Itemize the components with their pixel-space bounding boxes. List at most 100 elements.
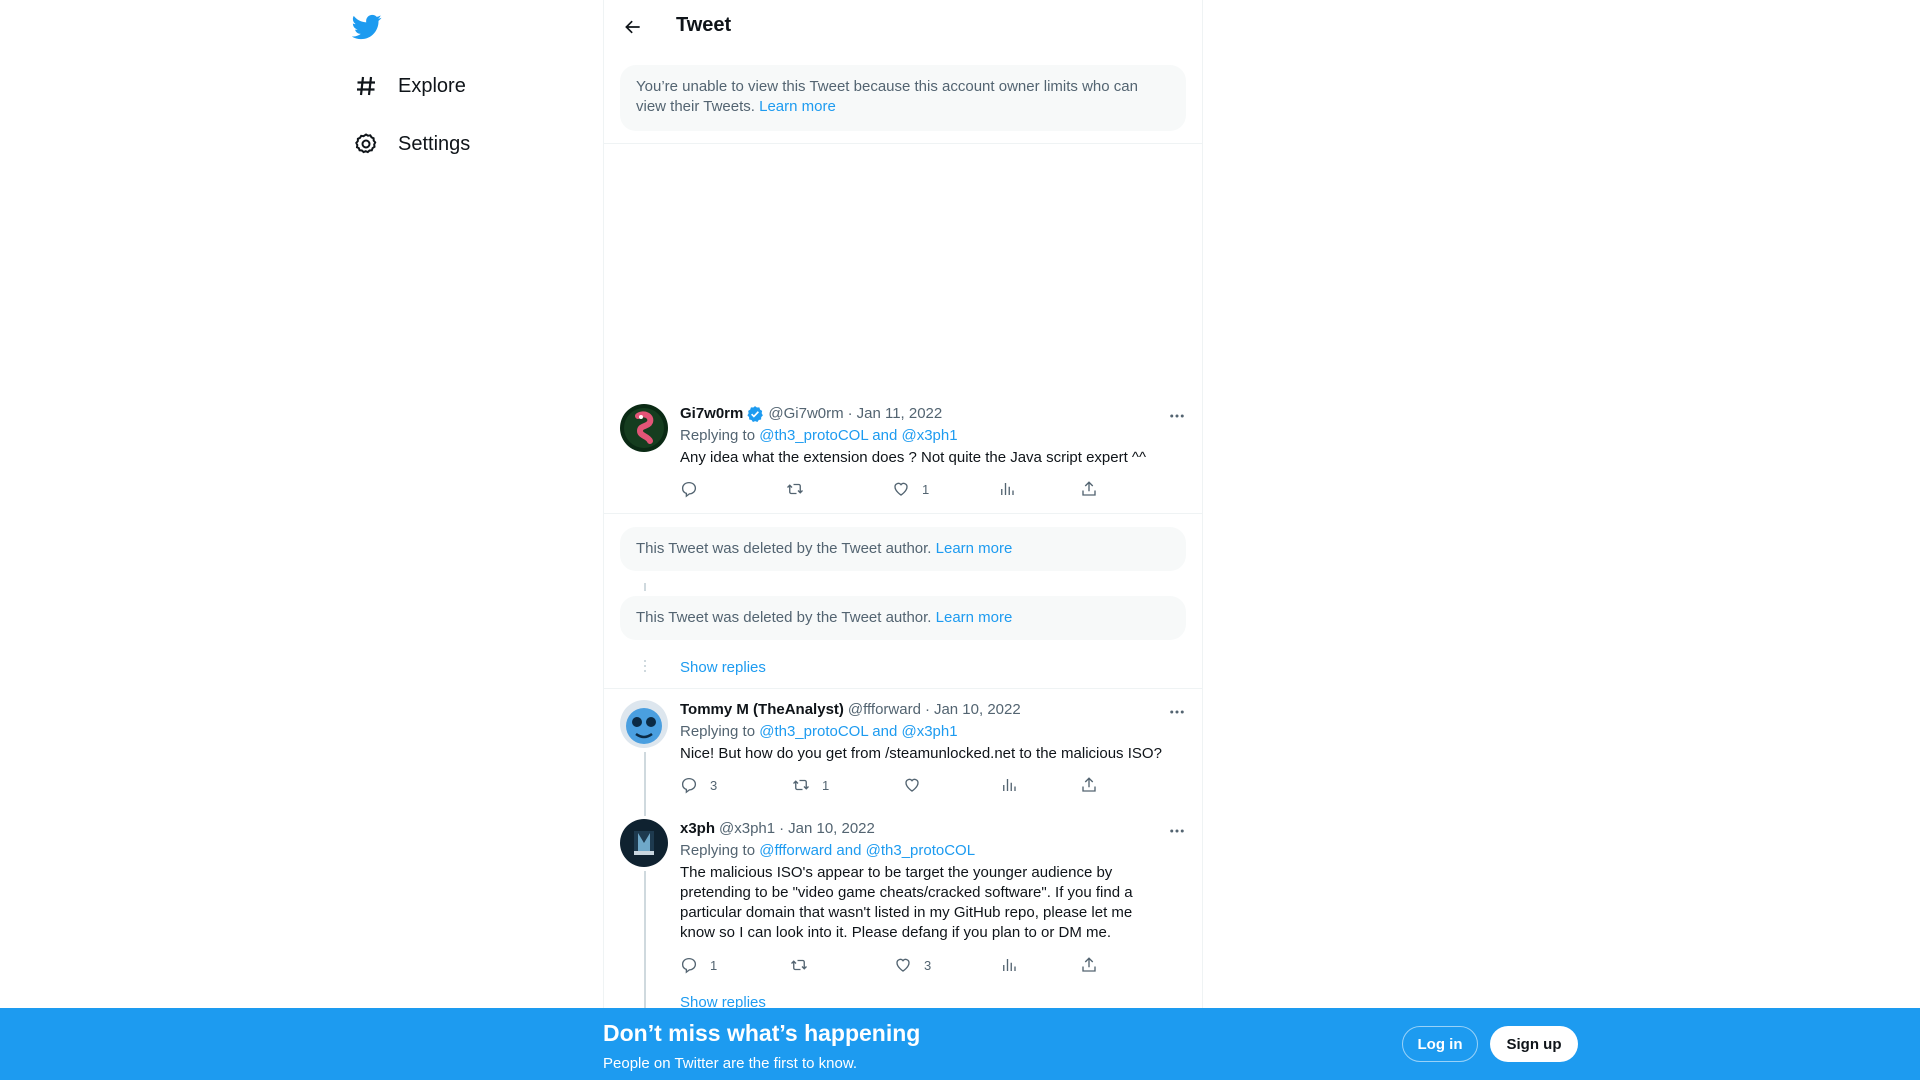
replying-to: Replying to @ffforward and @th3_protoCOL: [680, 841, 1186, 861]
reply-count: 3: [710, 777, 718, 793]
signup-button[interactable]: Sign up: [1490, 1026, 1578, 1062]
show-replies-link[interactable]: Show replies: [680, 659, 766, 676]
tweet-body: Tommy M (TheAnalyst) @ffforward · Jan 10…: [680, 700, 1186, 764]
like-count: 1: [922, 481, 930, 497]
more-options-button[interactable]: [1166, 406, 1188, 426]
reply-icon: [681, 481, 697, 498]
banner-subtitle: People on Twitter are the first to know.: [603, 1055, 858, 1072]
replying-to-label: Replying to: [680, 842, 756, 859]
retweet-icon: [787, 483, 803, 495]
replying-to-label: Replying to: [680, 723, 756, 740]
author-name[interactable]: Tommy M (TheAnalyst): [680, 700, 844, 720]
more-options-button[interactable]: [1166, 702, 1188, 722]
tweet-actions: 3 1: [680, 776, 1120, 796]
reply-count: 1: [710, 957, 718, 973]
ellipsis-icon: [1170, 829, 1184, 833]
like-count: 3: [924, 957, 932, 973]
share-button[interactable]: [1080, 956, 1098, 974]
tweet-text: Nice! But how do you get from /steamunlo…: [680, 745, 1162, 762]
author-handle[interactable]: @Gi7w0rm: [768, 404, 843, 424]
views-button[interactable]: [998, 480, 1016, 498]
thread-line: [644, 583, 646, 591]
divider: [604, 513, 1202, 514]
deleted-notice-text: This Tweet was deleted by the Tweet auth…: [636, 609, 932, 626]
back-button[interactable]: [618, 12, 648, 42]
learn-more-link[interactable]: Learn more: [936, 609, 1013, 626]
retweet-button[interactable]: [790, 956, 820, 974]
separator-dot: ·: [779, 820, 785, 837]
tweet-actions: 1: [680, 480, 1120, 500]
nav-settings[interactable]: Settings: [352, 124, 470, 164]
replying-to: Replying to @th3_protoCOL and @x3ph1: [680, 426, 1186, 446]
separator-dot: ·: [847, 405, 853, 422]
tweet-body: Gi7w0rm @Gi7w0rm · Jan 11, 2022 Replying…: [680, 404, 1186, 468]
thread-dots: [644, 998, 646, 1008]
gear-icon: [352, 130, 380, 158]
replying-to-label: Replying to: [680, 427, 756, 444]
login-button[interactable]: Log in: [1402, 1026, 1478, 1062]
tweet-actions: 1 3: [680, 956, 1120, 976]
analytics-icon: [1001, 483, 1014, 495]
views-button[interactable]: [1000, 956, 1018, 974]
thread-line: [644, 752, 646, 816]
signup-banner: Don’t miss what’s happening People on Tw…: [0, 1008, 1920, 1080]
replying-to-users-link[interactable]: @th3_protoCOL and @x3ph1: [759, 427, 957, 444]
banner-title: Don’t miss what’s happening: [603, 1020, 921, 1046]
separator-dot: ·: [924, 701, 930, 718]
deleted-notice-text: This Tweet was deleted by the Tweet auth…: [636, 540, 932, 557]
restricted-notice: You’re unable to view this Tweet because…: [620, 65, 1186, 131]
main-column: Tweet You’re unable to view this Tweet b…: [603, 0, 1203, 1080]
deleted-tweet-notice: This Tweet was deleted by the Tweet auth…: [620, 527, 1186, 571]
views-button[interactable]: [1000, 776, 1018, 794]
heart-icon: [894, 482, 908, 496]
divider: [604, 688, 1202, 689]
share-button[interactable]: [1080, 480, 1098, 498]
retweet-button[interactable]: [786, 480, 816, 498]
tweet-text: Any idea what the extension does ? Not q…: [680, 449, 1147, 466]
like-button[interactable]: 3: [894, 956, 931, 974]
retweet-button[interactable]: 1: [792, 776, 829, 794]
nav-explore[interactable]: Explore: [352, 66, 466, 106]
share-icon: [1082, 481, 1096, 496]
page-title: Tweet: [676, 14, 732, 36]
tweet-date[interactable]: Jan 11, 2022: [857, 404, 943, 424]
retweet-icon: [791, 959, 807, 971]
analytics-icon: [1003, 779, 1016, 791]
page-header: Tweet: [604, 0, 1202, 53]
twitter-logo-icon[interactable]: [351, 12, 384, 44]
verified-badge-icon: [746, 405, 764, 423]
replying-to-users-link[interactable]: @ffforward and @th3_protoCOL: [759, 842, 975, 859]
learn-more-link[interactable]: Learn more: [759, 98, 836, 115]
learn-more-link[interactable]: Learn more: [936, 540, 1013, 557]
more-options-button[interactable]: [1166, 821, 1188, 841]
ellipsis-icon: [1170, 710, 1184, 714]
tweet-date[interactable]: Jan 10, 2022: [934, 700, 1021, 720]
share-icon: [1082, 777, 1096, 792]
reply-button[interactable]: 3: [680, 776, 717, 794]
author-handle[interactable]: @x3ph1: [719, 819, 775, 839]
author-handle[interactable]: @ffforward: [848, 700, 921, 720]
reply-button[interactable]: [680, 480, 710, 498]
analytics-icon: [1003, 959, 1016, 971]
heart-icon: [896, 958, 910, 972]
restricted-notice-text: You’re unable to view this Tweet because…: [636, 78, 1138, 115]
heart-icon: [905, 778, 919, 792]
reply-icon: [681, 777, 697, 794]
avatar[interactable]: [620, 700, 668, 748]
deleted-tweet-notice: This Tweet was deleted by the Tweet auth…: [620, 596, 1186, 640]
reply-button[interactable]: 1: [680, 956, 717, 974]
retweet-count: 1: [822, 777, 830, 793]
hashtag-icon: [352, 72, 380, 100]
like-button[interactable]: [903, 776, 933, 794]
author-name[interactable]: Gi7w0rm: [680, 404, 743, 424]
nav-settings-label: Settings: [398, 132, 471, 155]
avatar[interactable]: [620, 819, 668, 867]
replying-to-users-link[interactable]: @th3_protoCOL and @x3ph1: [759, 723, 957, 740]
tweet-date[interactable]: Jan 10, 2022: [788, 819, 875, 839]
author-name[interactable]: x3ph: [680, 819, 715, 839]
like-button[interactable]: 1: [892, 480, 929, 498]
avatar[interactable]: [620, 404, 668, 452]
share-button[interactable]: [1080, 776, 1098, 794]
reply-icon: [681, 957, 697, 974]
arrow-left-icon: [625, 20, 640, 34]
